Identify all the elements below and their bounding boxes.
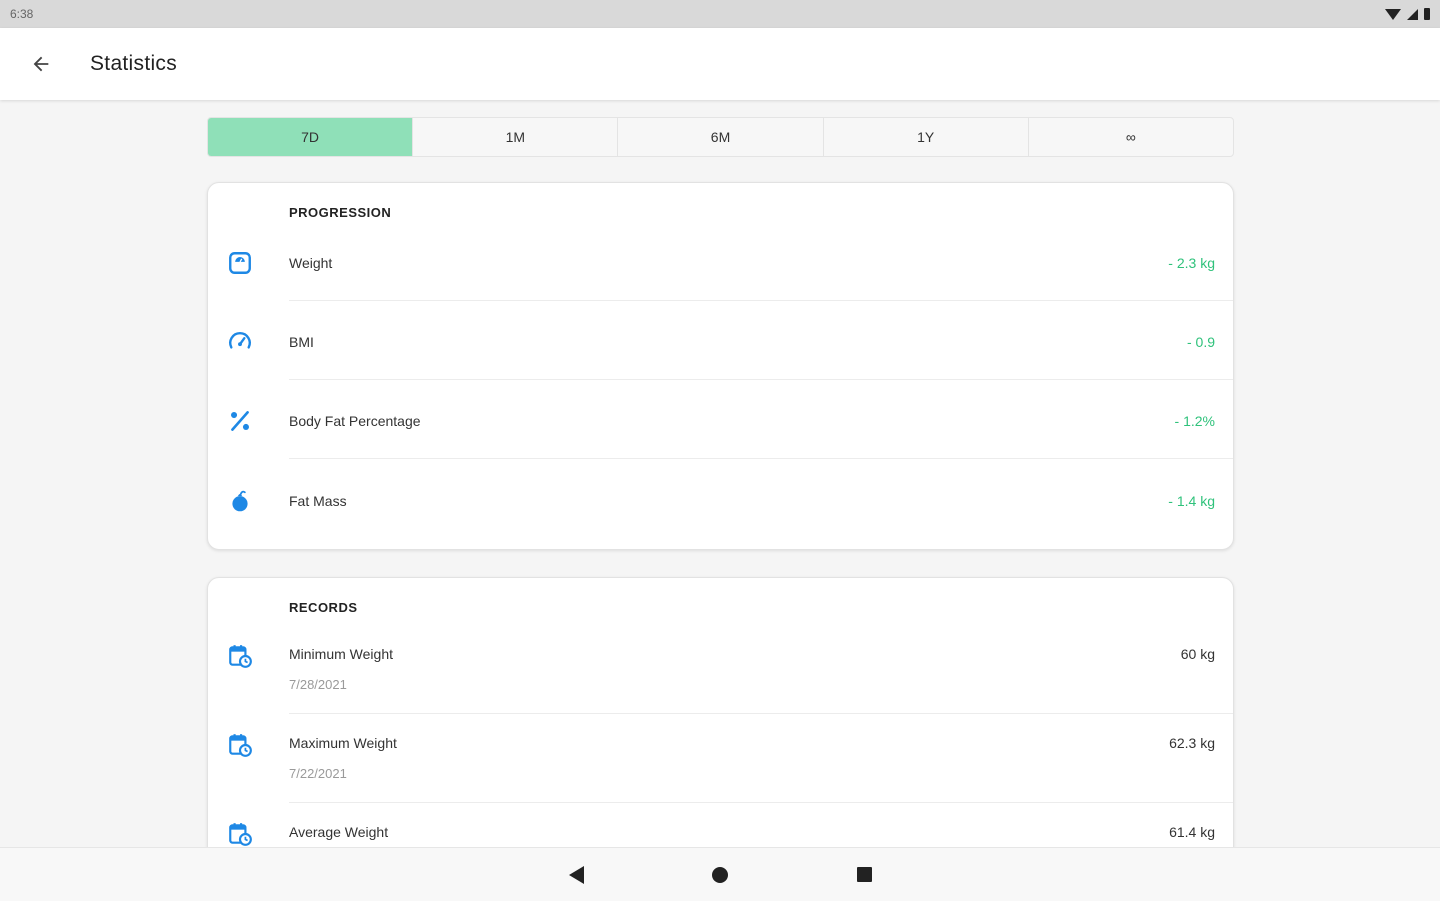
divider (289, 458, 1233, 459)
nav-recents-button[interactable] (848, 859, 880, 891)
progression-row-fat-mass: Fat Mass - 1.4 kg (208, 483, 1233, 519)
divider (289, 300, 1233, 301)
row-label-body-fat: Body Fat Percentage (289, 413, 421, 429)
arrow-back-icon (33, 56, 49, 72)
row-date-minimum-weight: 7/28/2021 (289, 677, 347, 692)
progression-card: PROGRESSION Weight - 2.3 kg BMI - 0.9 Bo… (207, 182, 1234, 550)
back-button[interactable] (17, 40, 65, 88)
divider (289, 713, 1233, 714)
row-value-weight: - 2.3 kg (1168, 255, 1215, 271)
status-bar: 6:38 (0, 0, 1440, 28)
progression-row-bmi: BMI - 0.9 (208, 324, 1233, 360)
calendar-clock-icon (226, 731, 254, 759)
circle-home-icon (712, 866, 728, 883)
row-date-maximum-weight: 7/22/2021 (289, 766, 347, 781)
records-row-maximum-weight: Maximum Weight 62.3 kg (208, 725, 1233, 765)
page-title: Statistics (90, 52, 178, 75)
row-value-average-weight: 61.4 kg (1169, 824, 1215, 840)
divider (289, 379, 1233, 380)
battery-icon (1424, 8, 1430, 20)
progression-row-weight: Weight - 2.3 kg (208, 245, 1233, 281)
square-recents-icon (856, 867, 872, 882)
status-time: 6:38 (10, 7, 34, 21)
signal-icon (1407, 8, 1418, 20)
percent-icon (226, 407, 254, 435)
records-card: RECORDS Minimum Weight 60 kg 7/28/2021 M… (207, 577, 1234, 877)
row-value-body-fat: - 1.2% (1174, 413, 1215, 429)
divider (289, 802, 1233, 803)
calendar-clock-icon (226, 820, 254, 848)
records-row-minimum-weight: Minimum Weight 60 kg (208, 636, 1233, 676)
triangle-back-icon (568, 865, 584, 884)
row-value-bmi: - 0.9 (1186, 334, 1215, 350)
records-header: RECORDS (289, 600, 358, 615)
tab-1m[interactable]: 1M (413, 118, 619, 156)
row-label-minimum-weight: Minimum Weight (289, 646, 393, 662)
tab-6m[interactable]: 6M (618, 118, 824, 156)
app-bar: Statistics (0, 28, 1440, 100)
wifi-icon (1385, 8, 1401, 20)
nav-home-button[interactable] (704, 859, 736, 891)
row-value-fat-mass: - 1.4 kg (1168, 493, 1215, 509)
row-label-average-weight: Average Weight (289, 824, 389, 840)
tab-1y[interactable]: 1Y (824, 118, 1029, 156)
calendar-clock-icon (226, 642, 254, 670)
drop-icon (226, 487, 254, 515)
row-value-maximum-weight: 62.3 kg (1169, 735, 1215, 751)
row-value-minimum-weight: 60 kg (1180, 646, 1215, 662)
row-label-weight: Weight (289, 255, 333, 271)
row-label-fat-mass: Fat Mass (289, 493, 347, 509)
status-icons (1385, 8, 1430, 20)
row-label-maximum-weight: Maximum Weight (289, 735, 397, 751)
scale-icon (226, 249, 254, 277)
period-tabs: 7D 1M 6M 1Y ∞ (207, 117, 1234, 157)
tab-all-time[interactable]: ∞ (1029, 118, 1233, 156)
progression-header: PROGRESSION (289, 205, 392, 220)
nav-back-button[interactable] (560, 859, 592, 891)
speedometer-icon (226, 328, 254, 356)
tab-7d[interactable]: 7D (208, 118, 414, 156)
row-label-bmi: BMI (289, 334, 314, 350)
system-nav-bar (0, 847, 1440, 901)
progression-row-body-fat: Body Fat Percentage - 1.2% (208, 403, 1233, 439)
